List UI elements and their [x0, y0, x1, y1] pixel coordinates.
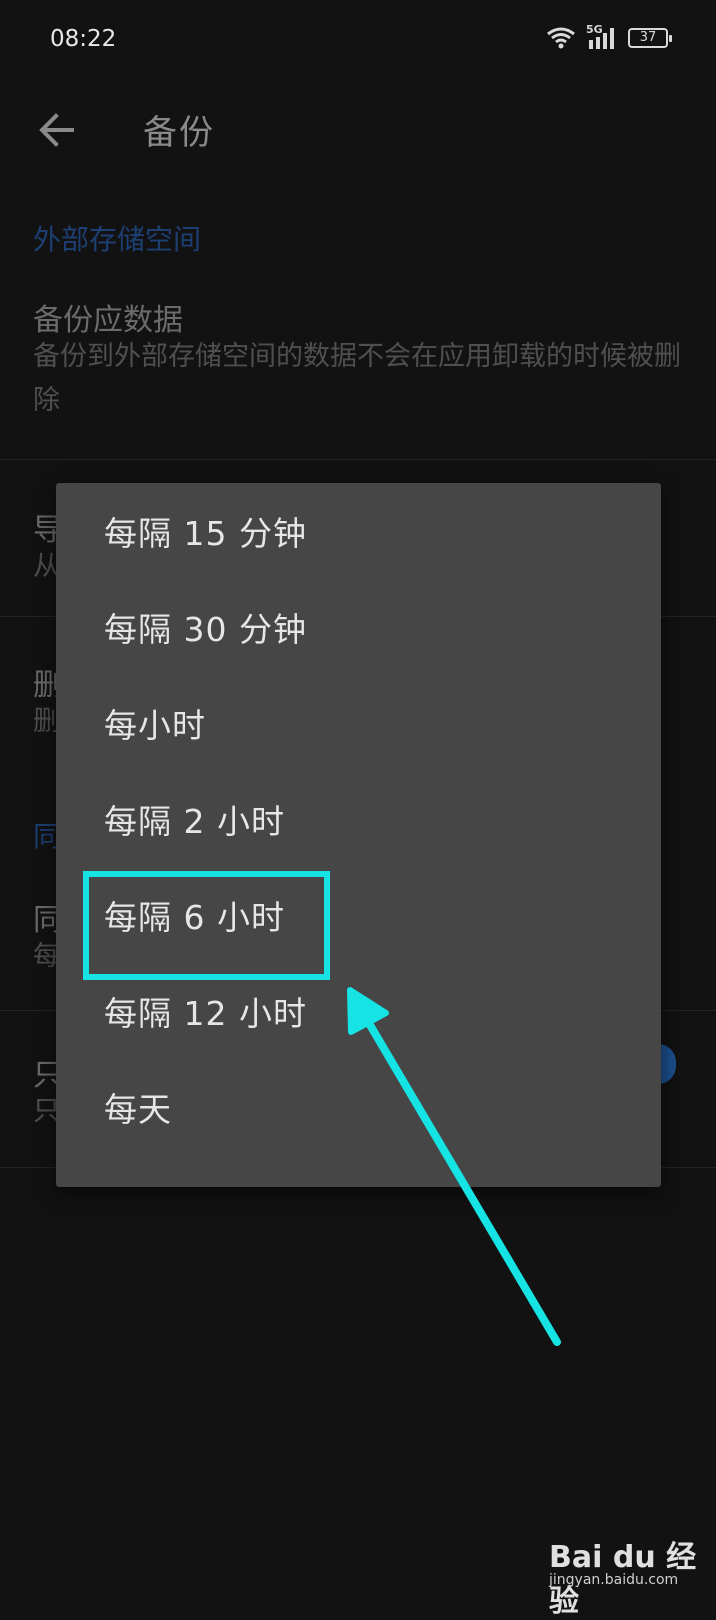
baidu-jingyan-watermark: Bai du 经验 jingyan.baidu.com	[549, 1532, 699, 1619]
watermark-url: jingyan.baidu.com	[549, 1572, 679, 1588]
annotation-arrow	[347, 987, 561, 1346]
